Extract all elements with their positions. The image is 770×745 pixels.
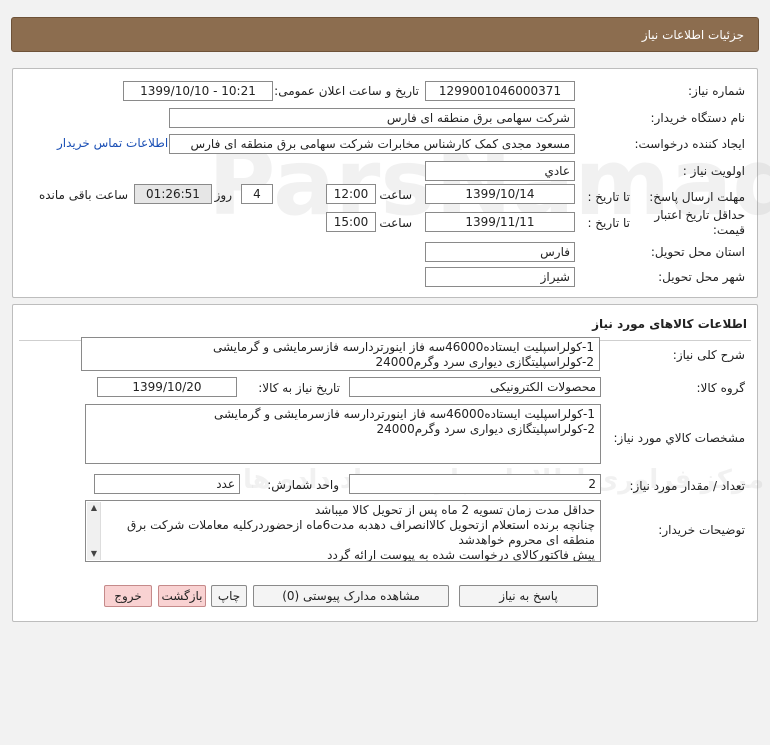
announce-field: 1399/10/10 - 10:21	[123, 81, 273, 101]
unit-label: واحد شمارش:	[267, 478, 339, 492]
creator-label: ایجاد کننده درخواست:	[634, 137, 745, 151]
page-title: جزئیات اطلاعات نیاز	[641, 28, 744, 42]
attachments-button[interactable]: مشاهده مدارک پیوستی (0)	[253, 585, 449, 607]
deadline-to-date-label: تا تاریخ :	[587, 190, 630, 204]
buyer-contact-link[interactable]: اطلاعات تماس خریدار	[57, 136, 168, 150]
quantity-field: 2	[349, 474, 601, 494]
province-label: استان محل تحویل:	[650, 245, 745, 259]
need-date-field: 1399/10/20	[97, 377, 237, 397]
validity-time-field: 15:00	[326, 212, 376, 232]
buyer-notes-field: حداقل مدت زمان تسویه 2 ماه پس از تحویل ک…	[85, 500, 601, 562]
goods-panel: مرکز فراوری اطلاعات پارس نماد داده ها اط…	[12, 304, 764, 622]
scroll-down-icon[interactable]: ▼	[87, 548, 101, 560]
deadline-label: مهلت ارسال پاسخ:	[649, 190, 745, 204]
province-field: فارس	[425, 242, 575, 262]
goods-section-title: اطلاعات کالاهای مورد نیاز	[592, 317, 747, 331]
summary-field: 1-کولراسپلیت ایستاده46000سه فاز اینورترد…	[81, 337, 600, 371]
buyer-notes-label: توضیحات خریدار:	[658, 523, 745, 537]
deadline-date-field: 1399/10/14	[425, 184, 575, 204]
buyer-notes-line: حداقل مدت زمان تسویه 2 ماه پس از تحویل ک…	[314, 503, 595, 517]
priority-field: عادي	[425, 161, 575, 181]
page-header: جزئیات اطلاعات نیاز	[11, 17, 759, 52]
validity-to-date-label: تا تاریخ :	[587, 216, 630, 230]
specs-field: 1-کولراسپلیت ایستاده46000سه فاز اینورترد…	[85, 404, 601, 464]
buyer-notes-line: پیش فاکتورکالای درخواست شده به پیوست ارا…	[327, 548, 595, 562]
unit-field: عدد	[94, 474, 240, 494]
summary-label: شرح کلی نیاز:	[672, 348, 745, 362]
back-button[interactable]: بازگشت	[158, 585, 206, 607]
specs-line: 2-کولراسپلیتگازی دیواری سرد وگرم24000	[376, 422, 595, 436]
goods-group-label: گروه کالا:	[696, 381, 746, 395]
city-label: شهر محل تحویل:	[658, 270, 745, 284]
remaining-time-field: 01:26:51	[134, 184, 212, 204]
specs-line: 1-کولراسپلیت ایستاده46000سه فاز اینورترد…	[213, 407, 595, 421]
quantity-label: تعداد / مقدار مورد نیاز:	[629, 479, 745, 493]
validity-label: حداقل تاریخ اعتبار قیمت:	[654, 208, 745, 237]
summary-line: 1-کولراسپلیت ایستاده46000سه فاز اینورترد…	[212, 340, 594, 354]
creator-field: مسعود مجدی کمک کارشناس مخابرات شرکت سهام…	[169, 134, 575, 154]
buyer-notes-line: منطقه ای محروم خواهدشد	[458, 533, 595, 547]
validity-time-label: ساعت	[379, 216, 412, 230]
goods-group-field: محصولات الکترونیکی	[349, 377, 601, 397]
deadline-time-field: 12:00	[326, 184, 376, 204]
reply-button[interactable]: پاسخ به نیاز	[459, 585, 598, 607]
priority-label: اولویت نیاز :	[682, 164, 745, 178]
notes-scrollbar[interactable]: ▲ ▼	[87, 502, 101, 560]
announce-label: تاریخ و ساعت اعلان عمومی:	[274, 84, 419, 98]
scroll-up-icon[interactable]: ▲	[87, 502, 101, 514]
need-date-label: تاریخ نیاز به کالا:	[258, 381, 340, 395]
print-button[interactable]: چاپ	[211, 585, 247, 607]
need-number-field: 1299001046000371	[425, 81, 575, 101]
city-field: شیراز	[425, 267, 575, 287]
specs-label: مشخصات کالاي مورد نیاز:	[613, 431, 745, 445]
buyer-notes-line: چنانچه برنده استعلام ازتحویل کالاانصراف …	[127, 518, 595, 532]
buyer-org-label: نام دستگاه خریدار:	[650, 111, 746, 125]
deadline-time-label: ساعت	[379, 188, 412, 202]
buyer-org-field: شرکت سهامی برق منطقه ای فارس	[169, 108, 575, 128]
days-field: 4	[241, 184, 273, 204]
exit-button[interactable]: خروج	[104, 585, 152, 607]
need-info-panel: ParsNamad شماره نیاز: 1299001046000371 ت…	[12, 68, 770, 298]
validity-date-field: 1399/11/11	[425, 212, 575, 232]
need-number-label: شماره نیاز:	[688, 84, 745, 98]
summary-line: 2-کولراسپلیتگازی دیواری سرد وگرم24000	[375, 355, 594, 369]
remaining-label: ساعت باقی مانده	[38, 188, 128, 202]
